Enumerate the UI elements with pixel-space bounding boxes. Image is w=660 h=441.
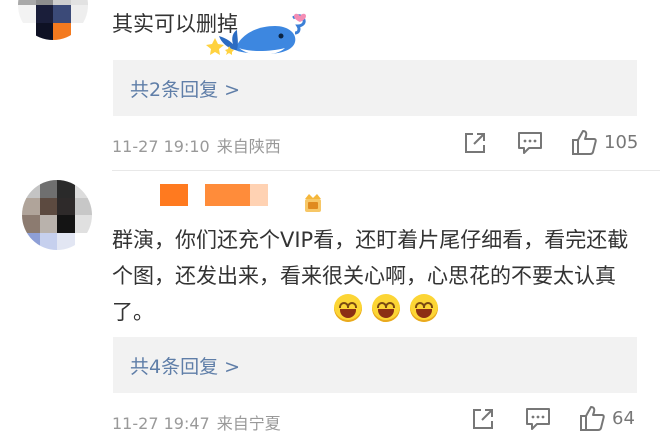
emoji-group [334, 294, 438, 322]
view-replies-link[interactable]: 共4条回复 > [130, 352, 240, 379]
grinning-face-emoji [410, 294, 438, 322]
whale-sticker [206, 13, 306, 55]
like-count: 105 [604, 131, 639, 153]
comment-icon[interactable] [517, 131, 543, 155]
like-count: 64 [612, 407, 635, 429]
like-button[interactable]: 105 [570, 128, 638, 156]
comment-time: 19:10 [163, 137, 210, 156]
divider [112, 170, 660, 171]
comment-location: 来自宁夏 [216, 414, 281, 433]
thumbs-up-icon [572, 130, 597, 155]
comment-date: 11-27 [112, 414, 159, 433]
comment-icon[interactable] [525, 407, 551, 431]
avatar[interactable] [22, 180, 92, 250]
user-badge-icon [305, 194, 321, 212]
reply-thread-box[interactable]: 共2条回复 > [113, 60, 637, 116]
share-icon[interactable] [463, 131, 487, 155]
thumbs-up-icon [580, 406, 605, 431]
comment-date: 11-27 [112, 137, 159, 156]
comment-time: 19:47 [163, 414, 210, 433]
share-icon[interactable] [471, 407, 495, 431]
view-replies-link[interactable]: 共2条回复 > [130, 75, 240, 102]
redacted-username [250, 184, 268, 206]
comment-meta: 11-27 19:47 来自宁夏 [112, 410, 281, 434]
comment-meta: 11-27 19:10 来自陕西 [112, 133, 281, 157]
redacted-username[interactable] [205, 184, 250, 206]
avatar[interactable] [18, 0, 88, 40]
grinning-face-emoji [334, 294, 362, 322]
comment-location: 来自陕西 [216, 137, 281, 156]
redacted-username[interactable] [160, 184, 188, 206]
reply-thread-box[interactable]: 共4条回复 > [113, 337, 637, 393]
grinning-face-emoji [372, 294, 400, 322]
like-button[interactable]: 64 [578, 404, 635, 432]
